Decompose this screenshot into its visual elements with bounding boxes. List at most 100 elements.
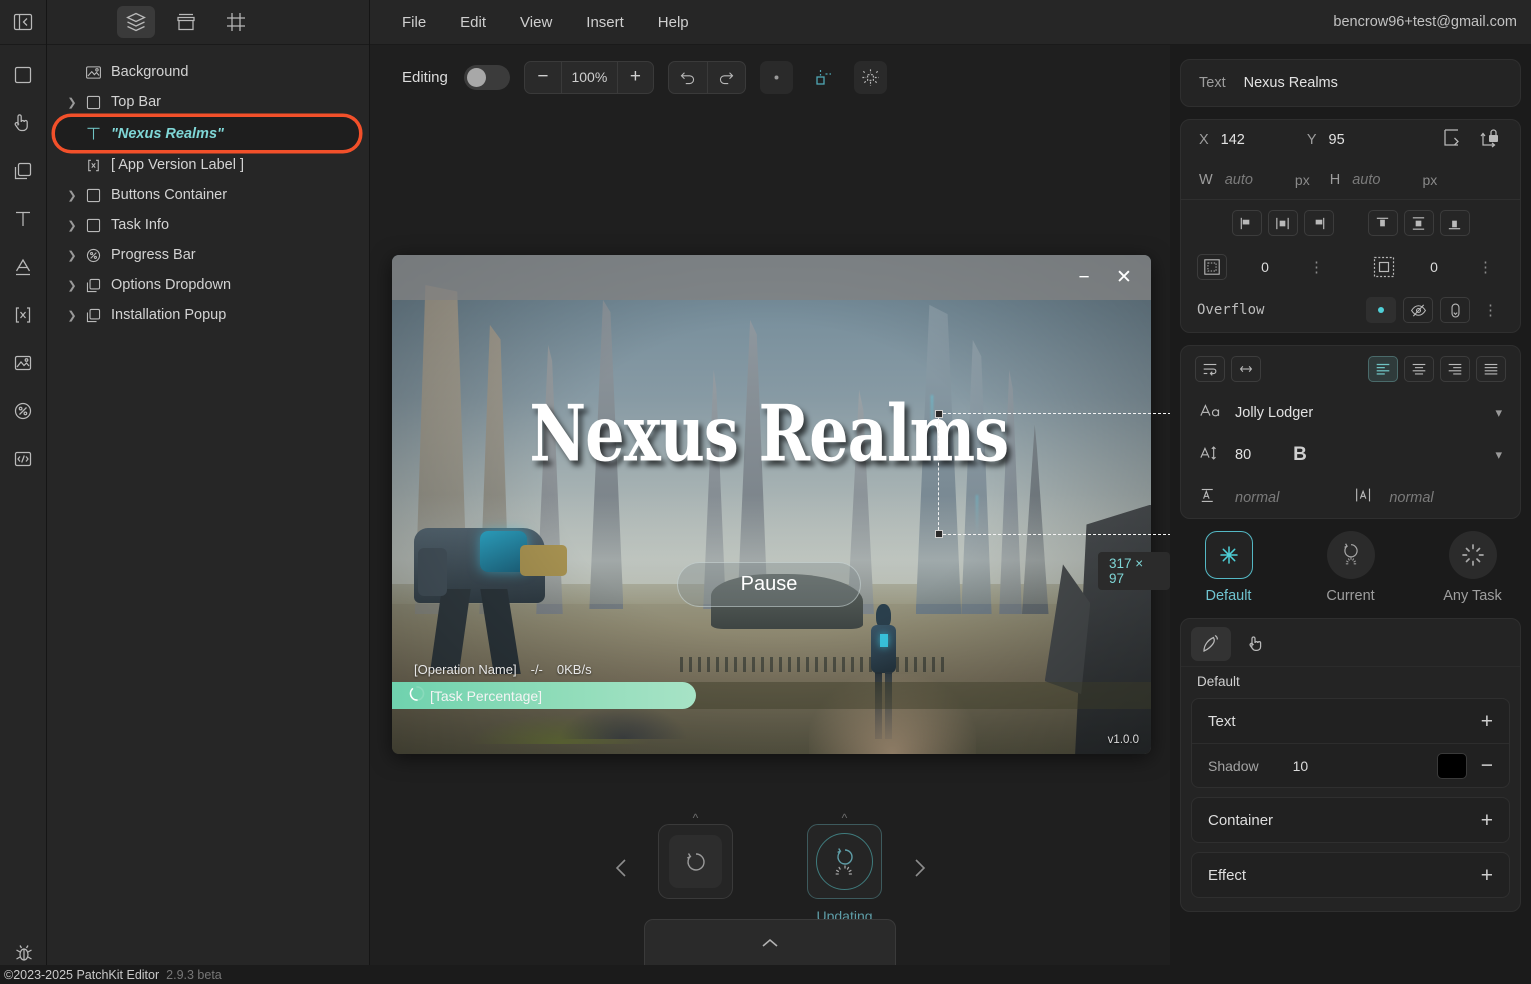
- rectangle-tool[interactable]: [8, 59, 39, 90]
- variable-tool[interactable]: [8, 299, 39, 330]
- w-value[interactable]: auto: [1225, 172, 1253, 188]
- padding-more-button[interactable]: ⋮: [1472, 260, 1499, 275]
- font-tool[interactable]: [8, 251, 39, 282]
- menu-view[interactable]: View: [506, 9, 566, 36]
- undo-button[interactable]: [669, 62, 707, 93]
- expand-caret[interactable]: ❯: [63, 96, 81, 109]
- text-style-header[interactable]: Text +: [1192, 699, 1509, 743]
- remove-shadow-button[interactable]: −: [1481, 755, 1493, 776]
- effect-style-header[interactable]: Effect +: [1192, 853, 1509, 897]
- zoom-value[interactable]: 100%: [560, 61, 617, 93]
- minimize-button[interactable]: −: [1073, 267, 1095, 289]
- overflow-scroll-button[interactable]: [1440, 297, 1470, 323]
- zoom-out-button[interactable]: −: [525, 62, 561, 93]
- align-center-h-button[interactable]: [1267, 210, 1298, 236]
- padding-button[interactable]: [1372, 255, 1396, 279]
- margin-more-button[interactable]: ⋮: [1303, 260, 1330, 275]
- layer-item-options-dropdown[interactable]: ❯ Options Dropdown: [47, 270, 369, 300]
- expand-caret[interactable]: ❯: [63, 219, 81, 232]
- expand-caret[interactable]: ❯: [63, 279, 81, 292]
- progress-tool[interactable]: [8, 395, 39, 426]
- line-height-value[interactable]: normal: [1235, 490, 1279, 506]
- layer-item-nexus-realms[interactable]: ❯ "Nexus Realms": [55, 117, 359, 150]
- text-field-value[interactable]: Nexus Realms: [1244, 75, 1338, 91]
- container-style-header[interactable]: Container +: [1192, 798, 1509, 842]
- align-right-button[interactable]: [1303, 210, 1334, 236]
- add-effect-style-button[interactable]: +: [1481, 865, 1493, 886]
- x-value[interactable]: 142: [1221, 132, 1245, 148]
- align-top-button[interactable]: [1367, 210, 1398, 236]
- overflow-more-button[interactable]: ⋮: [1477, 303, 1504, 318]
- bottom-drawer-toggle[interactable]: [644, 919, 896, 965]
- debug-button[interactable]: [8, 937, 39, 968]
- anchor-corner-button[interactable]: [1440, 126, 1464, 155]
- overflow-hidden-button[interactable]: [1403, 297, 1433, 323]
- layers-tab[interactable]: [117, 6, 155, 38]
- image-tool[interactable]: [8, 347, 39, 378]
- progress-bar[interactable]: [Task Percentage]: [392, 682, 1151, 709]
- text-tool[interactable]: [8, 203, 39, 234]
- shadow-value[interactable]: 10: [1293, 758, 1309, 774]
- layer-item-buttons-container[interactable]: ❯ Buttons Container: [47, 180, 369, 210]
- x-field[interactable]: X 142: [1199, 132, 1245, 148]
- state-current[interactable]: Current: [1306, 531, 1396, 604]
- text-align-justify-button[interactable]: [1476, 356, 1506, 382]
- layer-item-top-bar[interactable]: ❯ Top Bar: [47, 87, 369, 117]
- y-field[interactable]: Y 95: [1307, 132, 1345, 148]
- font-size-value[interactable]: 80: [1235, 447, 1251, 463]
- h-value[interactable]: auto: [1352, 172, 1380, 188]
- editing-toggle[interactable]: [463, 64, 510, 90]
- object-snap-button[interactable]: [807, 61, 840, 94]
- style-interaction-tab[interactable]: [1237, 627, 1277, 661]
- w-field[interactable]: W auto: [1199, 172, 1253, 188]
- close-button[interactable]: ✕: [1113, 266, 1135, 289]
- text-align-center-button[interactable]: [1404, 356, 1434, 382]
- carousel-next-button[interactable]: [897, 846, 941, 890]
- chevron-down-icon[interactable]: ▾: [1495, 405, 1502, 421]
- text-nowrap-button[interactable]: [1231, 356, 1261, 382]
- expand-caret[interactable]: ❯: [63, 189, 81, 202]
- expand-caret[interactable]: ❯: [63, 249, 81, 262]
- chevron-down-icon[interactable]: ▾: [1495, 447, 1502, 463]
- font-family-value[interactable]: Jolly Lodger: [1235, 405, 1313, 421]
- lock-aspect-button[interactable]: [1478, 126, 1502, 155]
- align-left-button[interactable]: [1231, 210, 1262, 236]
- panel-tool[interactable]: [8, 155, 39, 186]
- menu-help[interactable]: Help: [644, 9, 703, 36]
- pause-button[interactable]: Pause: [677, 562, 861, 607]
- padding-value[interactable]: 0: [1396, 259, 1472, 275]
- shadow-color-swatch[interactable]: [1436, 752, 1467, 779]
- carousel-card-updating[interactable]: ^ Updating: [793, 812, 897, 924]
- font-weight-value[interactable]: B: [1293, 444, 1307, 466]
- align-middle-v-button[interactable]: [1403, 210, 1434, 236]
- point-snap-button[interactable]: [759, 60, 793, 94]
- code-tool[interactable]: [8, 443, 39, 474]
- account-email[interactable]: bencrow96+test@gmail.com: [1333, 14, 1517, 30]
- menu-insert[interactable]: Insert: [572, 9, 638, 36]
- text-align-left-button[interactable]: [1368, 356, 1398, 382]
- font-size-row[interactable]: 80 B ▾: [1181, 434, 1520, 476]
- menu-file[interactable]: File: [388, 9, 440, 36]
- style-brush-tab[interactable]: [1191, 627, 1231, 661]
- h-field[interactable]: H auto: [1330, 172, 1381, 188]
- button-tool[interactable]: [8, 107, 39, 138]
- menu-edit[interactable]: Edit: [446, 9, 500, 36]
- zoom-in-button[interactable]: +: [616, 61, 653, 93]
- text-value-row[interactable]: Text Nexus Realms: [1181, 60, 1520, 106]
- grid-snap-button[interactable]: [853, 60, 887, 94]
- add-text-style-button[interactable]: +: [1481, 711, 1493, 732]
- text-wrap-button[interactable]: [1195, 356, 1225, 382]
- layer-item-task-info[interactable]: ❯ Task Info: [47, 210, 369, 240]
- launcher-preview[interactable]: Nexus Realms Pause [Operation Name] -/- …: [392, 255, 1151, 754]
- carousel-prev-button[interactable]: [600, 846, 644, 890]
- layer-item-app-version-label[interactable]: ❯ [ App Version Label ]: [47, 150, 369, 180]
- h-unit[interactable]: px: [1422, 172, 1437, 188]
- overflow-visible-button[interactable]: [1366, 297, 1396, 323]
- letter-spacing-value[interactable]: normal: [1389, 490, 1433, 506]
- margin-value[interactable]: 0: [1227, 259, 1303, 275]
- align-bottom-button[interactable]: [1439, 210, 1470, 236]
- assets-tab[interactable]: [167, 6, 205, 38]
- state-default[interactable]: Default: [1184, 531, 1274, 604]
- layer-item-progress-bar[interactable]: ❯ Progress Bar: [47, 240, 369, 270]
- font-family-row[interactable]: Jolly Lodger ▾: [1181, 392, 1520, 434]
